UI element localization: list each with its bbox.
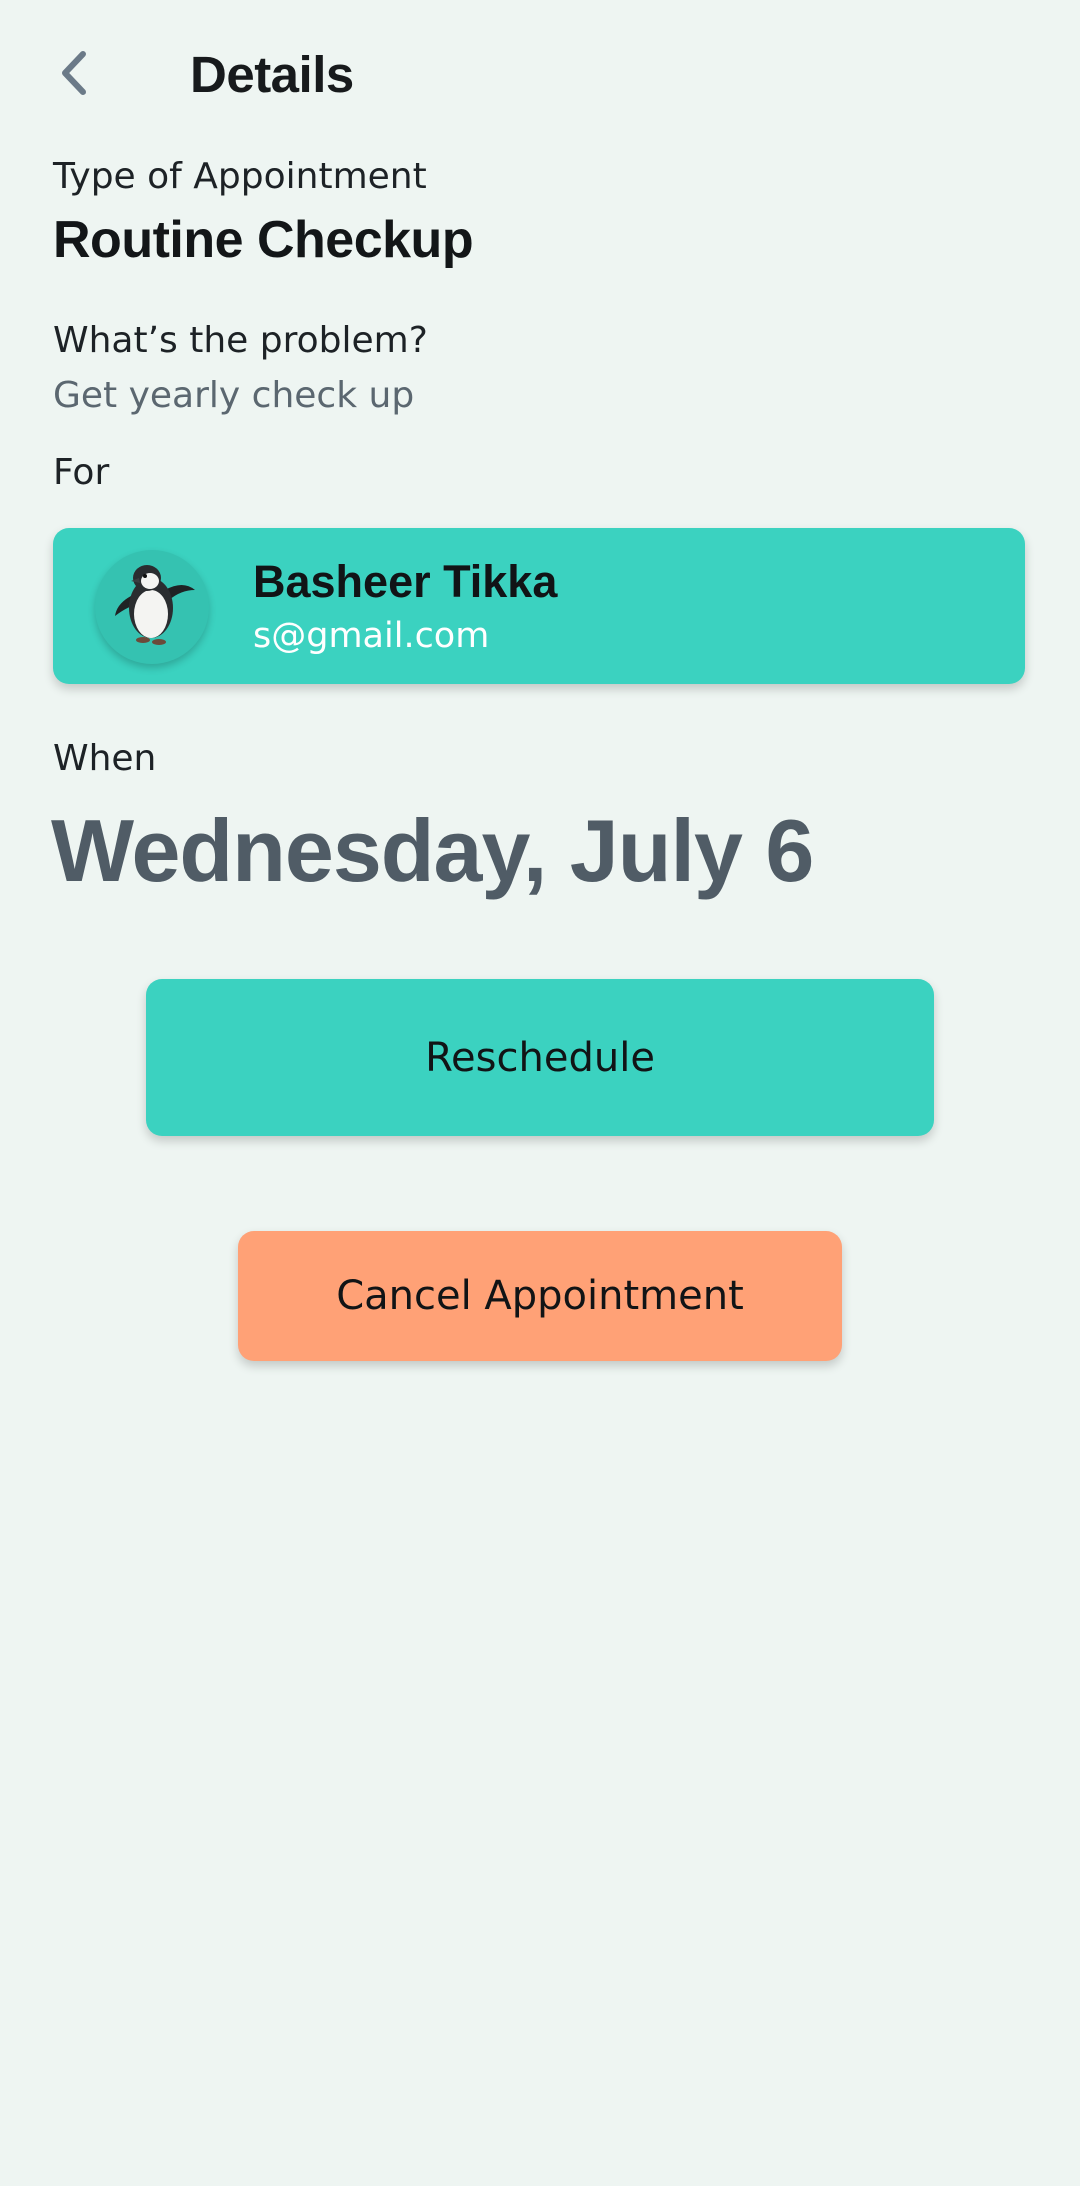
patient-email: s@gmail.com xyxy=(253,616,490,656)
back-button[interactable] xyxy=(46,40,102,110)
avatar xyxy=(95,550,209,664)
reschedule-button[interactable]: Reschedule xyxy=(146,979,934,1136)
appointment-details-screen: Details Type of Appointment Routine Chec… xyxy=(0,0,1080,2186)
appointment-date: Wednesday, July 6 xyxy=(51,801,814,900)
when-label: When xyxy=(53,738,157,779)
problem-value: Get yearly check up xyxy=(53,375,415,416)
patient-card[interactable]: Basheer Tikka s@gmail.com xyxy=(53,528,1025,684)
cancel-appointment-button[interactable]: Cancel Appointment xyxy=(238,1231,842,1361)
problem-label: What’s the problem? xyxy=(53,320,428,361)
for-label: For xyxy=(53,452,110,493)
appointment-type-label: Type of Appointment xyxy=(53,156,427,197)
page-title: Details xyxy=(190,46,354,103)
chevron-left-icon xyxy=(57,48,91,102)
patient-name: Basheer Tikka xyxy=(253,556,558,607)
penguin-avatar-icon xyxy=(115,565,195,645)
appointment-type-value: Routine Checkup xyxy=(53,211,474,269)
